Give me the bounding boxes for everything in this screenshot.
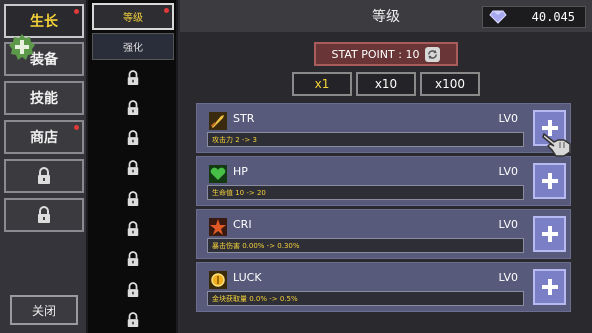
- stat-description: 暴击伤害 0.00% -> 0.30%: [207, 238, 524, 253]
- tab-shop-label: 商店: [30, 130, 58, 146]
- lock-icon: [127, 312, 139, 327]
- stat-row-str: STR LV0 攻击力 2 -> 3: [196, 103, 571, 153]
- locked-subtab[interactable]: [92, 216, 174, 243]
- critical-icon: [209, 218, 227, 236]
- locked-subtab[interactable]: [92, 246, 174, 273]
- stat-level: LV0: [498, 112, 518, 125]
- lock-icon: [127, 69, 139, 85]
- stat-description: 金块获取量 0.0% -> 0.5%: [207, 291, 524, 306]
- locked-subtab[interactable]: [92, 185, 174, 212]
- add-luck-button[interactable]: [533, 269, 566, 305]
- locked-subtab[interactable]: [92, 155, 174, 182]
- lock-icon: [127, 99, 139, 115]
- main-menu: 生长 装备 技能 商店 关闭: [0, 0, 88, 333]
- tab-skills-label: 技能: [30, 91, 58, 107]
- notification-dot: [164, 8, 169, 13]
- sub-menu: 等级 强化: [88, 0, 178, 333]
- tab-shop[interactable]: 商店: [4, 120, 84, 154]
- reset-arrows-icon: [428, 49, 438, 59]
- lock-icon: [127, 281, 139, 297]
- stat-level: LV0: [498, 271, 518, 284]
- locked-subtab[interactable]: [92, 125, 174, 152]
- subtab-enhance[interactable]: 强化: [92, 33, 174, 60]
- stat-level: LV0: [498, 165, 518, 178]
- lock-icon: [127, 221, 139, 236]
- lock-icon: [38, 206, 50, 223]
- subtab-enhance-label: 强化: [123, 43, 143, 54]
- add-cri-button[interactable]: [533, 216, 566, 252]
- locked-subtab[interactable]: [92, 306, 174, 333]
- page-title: 等级: [372, 9, 400, 25]
- plus-icon: [541, 226, 558, 242]
- stat-point-display: STAT POINT : 10: [314, 42, 458, 66]
- locked-subtab[interactable]: [92, 276, 174, 303]
- multiplier-x100-button[interactable]: x100: [420, 72, 480, 96]
- lock-icon: [127, 130, 139, 146]
- stat-name: HP: [233, 165, 248, 178]
- stat-row-cri: CRI LV0 暴击伤害 0.00% -> 0.30%: [196, 209, 571, 259]
- luck-icon: [209, 271, 227, 289]
- level-panel: 等级 40.045 STAT POINT : 10 x1 x10 x100 ST…: [180, 0, 592, 333]
- refresh-icon[interactable]: [425, 46, 441, 62]
- lock-icon: [38, 167, 50, 184]
- subtab-level-label: 等级: [123, 13, 143, 24]
- notification-dot: [74, 9, 79, 14]
- gem-counter: 40.045: [482, 6, 586, 28]
- diamond-icon: [489, 10, 507, 24]
- heart-icon: [209, 165, 227, 183]
- plus-badge-icon: [9, 34, 35, 60]
- lock-icon: [127, 251, 139, 267]
- add-hp-button[interactable]: [533, 163, 566, 199]
- stat-row-luck: LUCK LV0 金块获取量 0.0% -> 0.5%: [196, 262, 571, 312]
- lock-icon: [127, 190, 139, 206]
- stat-description: 攻击力 2 -> 3: [207, 132, 524, 147]
- stat-description: 生命值 10 -> 20: [207, 185, 524, 200]
- notification-dot: [74, 125, 79, 130]
- locked-tab[interactable]: [4, 198, 84, 232]
- stat-point-label: STAT POINT : 10: [331, 47, 420, 61]
- tab-skills[interactable]: 技能: [4, 81, 84, 115]
- stat-row-hp: HP LV0 生命值 10 -> 20: [196, 156, 571, 206]
- tab-growth-label: 生长: [30, 14, 58, 30]
- multiplier-x1-button[interactable]: x1: [292, 72, 352, 96]
- close-button[interactable]: 关闭: [10, 295, 78, 325]
- lock-icon: [127, 160, 139, 176]
- stat-name: STR: [233, 112, 255, 125]
- gem-value: 40.045: [531, 10, 575, 24]
- pointing-hand-icon: [542, 132, 571, 157]
- panel-header: 等级 40.045: [180, 0, 592, 32]
- stat-name: LUCK: [233, 271, 262, 284]
- stat-name: CRI: [233, 218, 252, 231]
- locked-subtab[interactable]: [92, 94, 174, 121]
- multiplier-x10-button[interactable]: x10: [356, 72, 416, 96]
- plus-icon: [541, 279, 558, 295]
- sword-icon: [209, 112, 227, 130]
- stat-level: LV0: [498, 218, 518, 231]
- locked-tab[interactable]: [4, 159, 84, 193]
- subtab-level[interactable]: 等级: [92, 3, 174, 30]
- plus-icon: [541, 173, 558, 189]
- locked-subtab[interactable]: [92, 64, 174, 91]
